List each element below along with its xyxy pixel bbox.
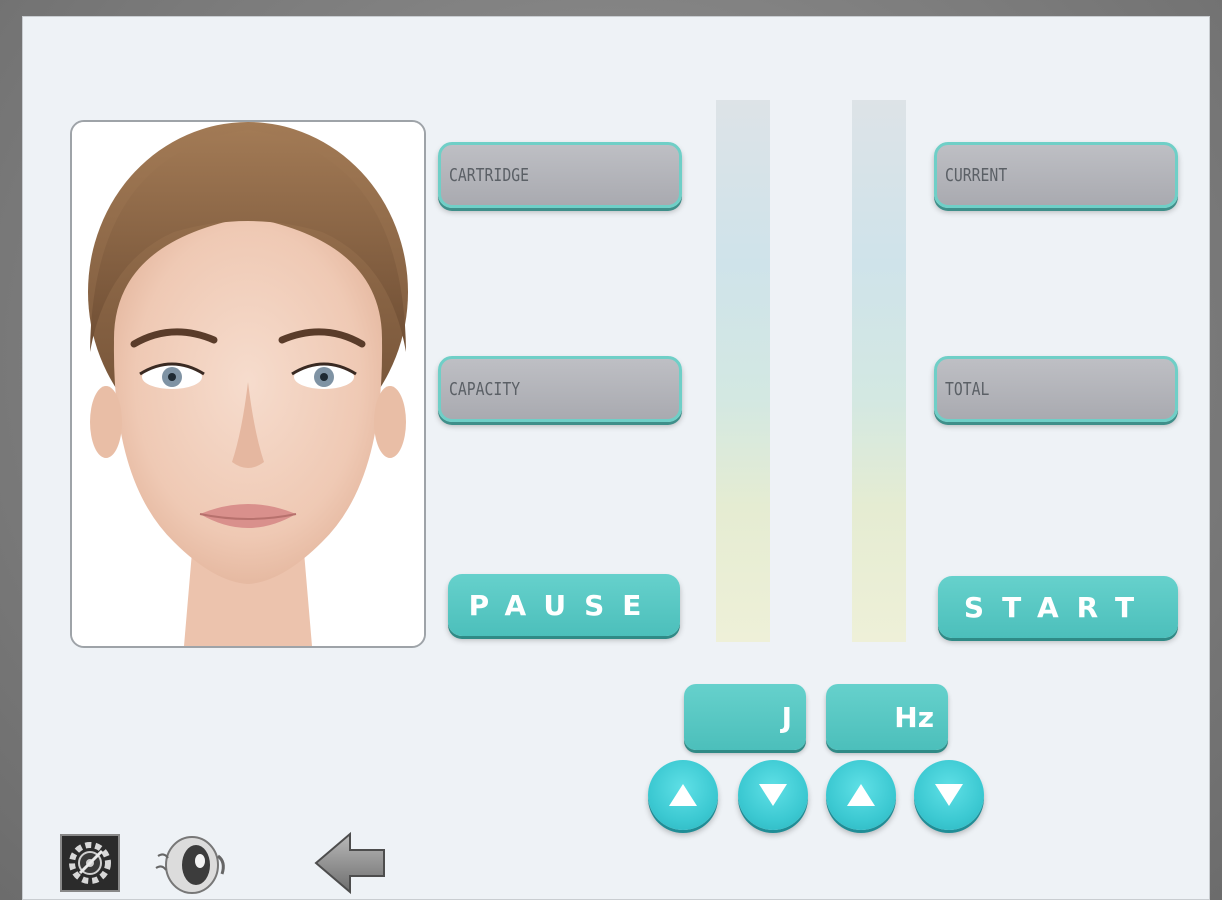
frequency-unit-display: Hz <box>826 684 948 750</box>
energy-down-button[interactable] <box>738 760 808 830</box>
eye-icon[interactable] <box>152 834 234 896</box>
back-arrow-icon[interactable] <box>312 830 386 896</box>
energy-unit-display: J <box>684 684 806 750</box>
total-field: TOTAL <box>934 356 1178 422</box>
frequency-up-button[interactable] <box>826 760 896 830</box>
triangle-down-icon <box>759 784 787 806</box>
current-label: CURRENT <box>945 164 1008 186</box>
energy-level-bar <box>716 100 770 642</box>
frequency-unit-label: Hz <box>894 700 934 734</box>
settings-gear-icon[interactable] <box>60 834 120 892</box>
triangle-down-icon <box>935 784 963 806</box>
energy-unit-label: J <box>781 700 792 734</box>
frequency-level-bar <box>852 100 906 642</box>
triangle-up-icon <box>847 784 875 806</box>
capacity-label: CAPACITY <box>449 378 521 400</box>
energy-up-button[interactable] <box>648 760 718 830</box>
capacity-field: CAPACITY <box>438 356 682 422</box>
current-field: CURRENT <box>934 142 1178 208</box>
pause-button[interactable]: PAUSE <box>448 574 680 636</box>
cartridge-label: CARTRIDGE <box>449 164 529 186</box>
triangle-up-icon <box>669 784 697 806</box>
frequency-down-button[interactable] <box>914 760 984 830</box>
start-button[interactable]: START <box>938 576 1178 638</box>
cartridge-field: CARTRIDGE <box>438 142 682 208</box>
face-portrait-image <box>70 120 426 648</box>
total-label: TOTAL <box>945 378 990 400</box>
